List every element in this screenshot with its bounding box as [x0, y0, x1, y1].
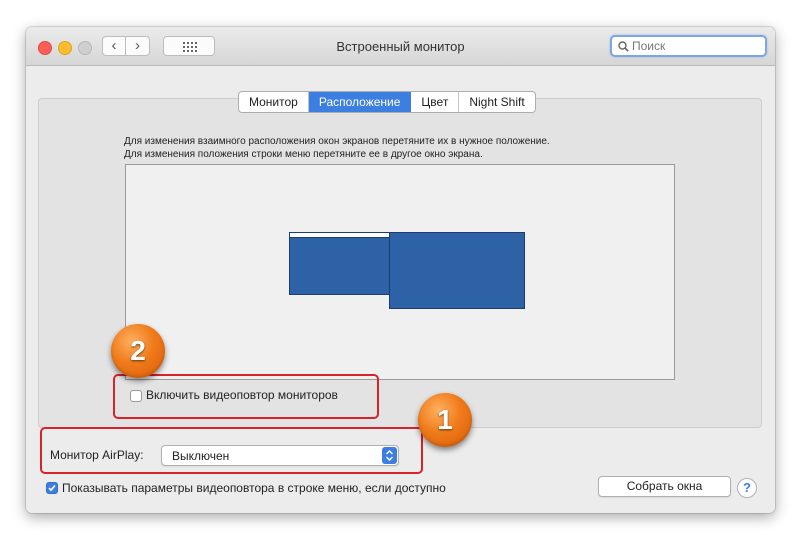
gather-windows-button[interactable]: Собрать окна	[598, 476, 731, 497]
highlight-mirror-option	[113, 374, 379, 419]
title-bar: ‹ › Встроенный монитор	[26, 27, 775, 66]
menu-bar-indicator[interactable]	[289, 232, 390, 238]
checkmark-icon	[48, 484, 56, 492]
step-marker-1: 1	[418, 393, 472, 447]
tab-bar: Монитор Расположение Цвет Night Shift	[238, 91, 536, 113]
search-input[interactable]	[632, 38, 762, 54]
show-mirroring-menu-checkbox[interactable]	[46, 482, 58, 494]
tab-color[interactable]: Цвет	[411, 92, 460, 112]
search-icon	[618, 41, 629, 52]
help-icon[interactable]: ?	[737, 478, 757, 498]
step-marker-2: 2	[111, 324, 165, 378]
display-arrangement-area	[125, 164, 675, 380]
display-secondary[interactable]	[389, 232, 525, 309]
tab-night-shift[interactable]: Night Shift	[459, 92, 534, 112]
show-mirroring-menu-label: Показывать параметры видеоповтора в стро…	[62, 481, 446, 495]
tab-display[interactable]: Монитор	[239, 92, 309, 112]
highlight-airplay-option	[40, 427, 423, 474]
search-field[interactable]	[610, 35, 767, 57]
instruction-line-1: Для изменения взаимного расположения око…	[124, 136, 550, 147]
tab-arrangement[interactable]: Расположение	[308, 92, 412, 112]
instruction-line-2: Для изменения положения строки меню пере…	[124, 149, 483, 160]
display-primary[interactable]	[289, 232, 390, 295]
arrangement-instructions: Для изменения взаимного расположения око…	[124, 135, 550, 161]
